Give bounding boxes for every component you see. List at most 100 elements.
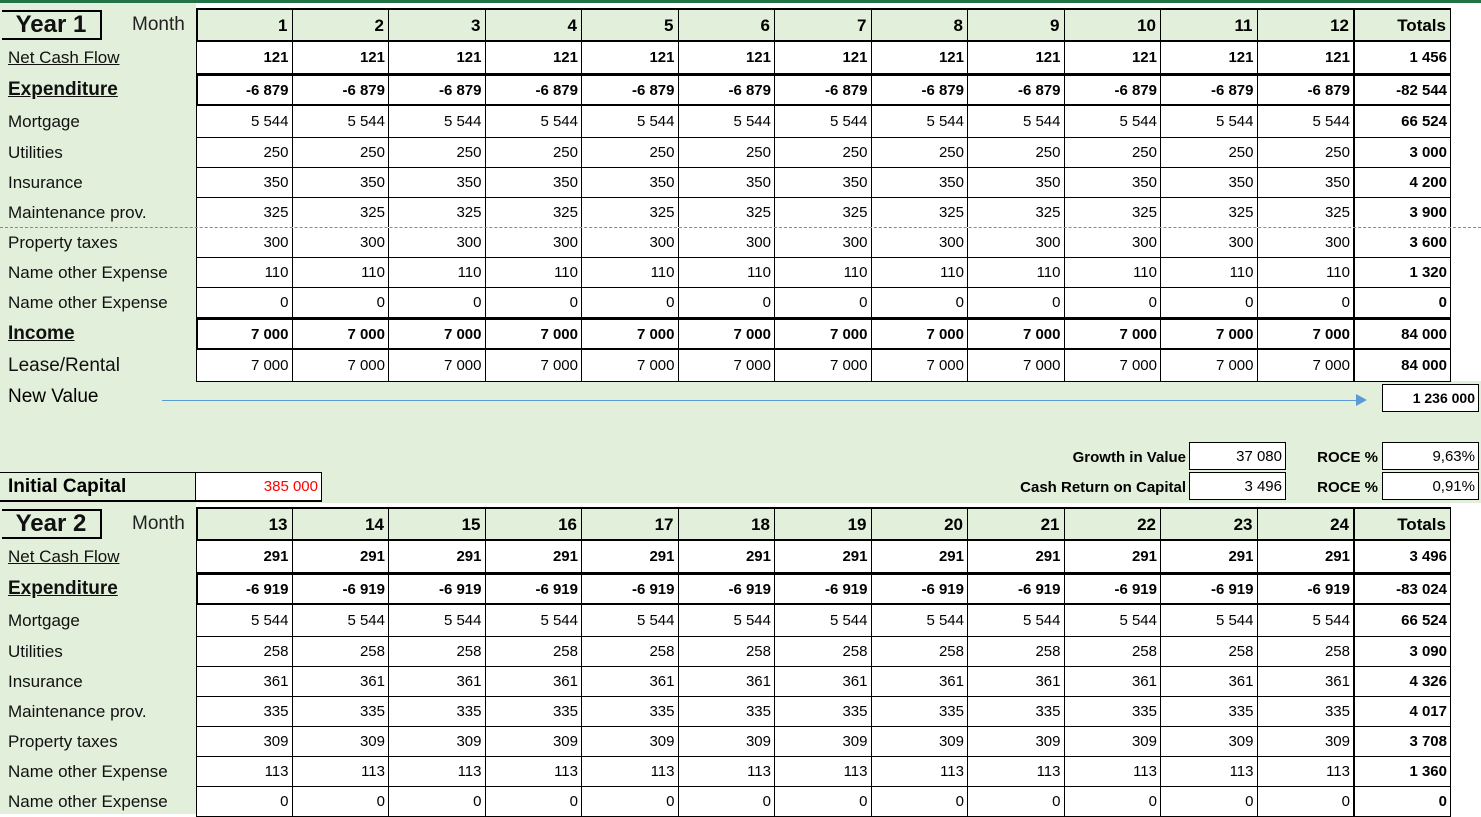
value-cell[interactable]: 291 bbox=[292, 541, 389, 573]
value-cell[interactable]: 0 bbox=[678, 288, 775, 318]
new-value-label[interactable]: New Value bbox=[0, 381, 196, 413]
value-cell[interactable]: -6 879 bbox=[678, 74, 775, 106]
value-cell[interactable]: 258 bbox=[775, 637, 872, 667]
value-cell[interactable]: 7 000 bbox=[678, 350, 775, 382]
value-cell[interactable]: 0 bbox=[968, 288, 1065, 318]
value-cell[interactable]: 0 bbox=[196, 288, 293, 318]
value-cell[interactable]: 325 bbox=[678, 198, 775, 227]
value-cell[interactable]: -6 919 bbox=[871, 573, 968, 605]
row-label[interactable]: Mortgage bbox=[0, 106, 196, 138]
value-cell[interactable]: 361 bbox=[775, 667, 872, 697]
value-cell[interactable]: -6 879 bbox=[1064, 74, 1161, 106]
value-cell[interactable]: 325 bbox=[196, 198, 293, 227]
value-cell[interactable]: 7 000 bbox=[968, 318, 1065, 350]
value-cell[interactable]: 0 bbox=[775, 288, 872, 318]
value-cell[interactable]: 300 bbox=[871, 228, 968, 258]
value-cell[interactable]: 258 bbox=[292, 637, 389, 667]
value-cell[interactable]: 309 bbox=[775, 727, 872, 757]
value-cell[interactable]: 361 bbox=[968, 667, 1065, 697]
value-cell[interactable]: 5 544 bbox=[968, 605, 1065, 637]
value-cell[interactable]: 335 bbox=[968, 697, 1065, 727]
value-cell[interactable]: 0 bbox=[1161, 288, 1258, 318]
row-label[interactable]: Insurance bbox=[0, 168, 196, 198]
value-cell[interactable]: 258 bbox=[1064, 637, 1161, 667]
value-cell[interactable]: 121 bbox=[1161, 42, 1258, 74]
value-cell[interactable]: 7 000 bbox=[775, 318, 872, 350]
row-label[interactable]: Maintenance prov. bbox=[0, 697, 196, 727]
total-cell[interactable]: 4 326 bbox=[1354, 667, 1451, 697]
value-cell[interactable]: 325 bbox=[775, 198, 872, 227]
value-cell[interactable]: 7 000 bbox=[1064, 350, 1161, 382]
value-cell[interactable]: 5 544 bbox=[1064, 605, 1161, 637]
value-cell[interactable]: -6 879 bbox=[968, 74, 1065, 106]
value-cell[interactable]: 309 bbox=[389, 727, 486, 757]
value-cell[interactable]: 350 bbox=[775, 168, 872, 198]
value-cell[interactable]: -6 879 bbox=[1257, 74, 1354, 106]
year2-month-header[interactable]: 15 bbox=[389, 507, 486, 541]
value-cell[interactable]: 5 544 bbox=[775, 605, 872, 637]
value-cell[interactable]: 5 544 bbox=[871, 605, 968, 637]
value-cell[interactable]: 110 bbox=[968, 258, 1065, 288]
value-cell[interactable]: 5 544 bbox=[1161, 106, 1258, 138]
row-label[interactable]: Property taxes bbox=[0, 228, 196, 258]
value-cell[interactable]: 291 bbox=[582, 541, 679, 573]
value-cell[interactable]: 309 bbox=[871, 727, 968, 757]
value-cell[interactable]: 258 bbox=[389, 637, 486, 667]
value-cell[interactable]: 350 bbox=[968, 168, 1065, 198]
value-cell[interactable]: 335 bbox=[485, 697, 582, 727]
value-cell[interactable]: 113 bbox=[485, 757, 582, 787]
value-cell[interactable]: 113 bbox=[678, 757, 775, 787]
value-cell[interactable]: 121 bbox=[196, 42, 293, 74]
value-cell[interactable]: 361 bbox=[1161, 667, 1258, 697]
value-cell[interactable]: 350 bbox=[871, 168, 968, 198]
total-cell[interactable]: 4 200 bbox=[1354, 168, 1451, 198]
value-cell[interactable]: 0 bbox=[775, 787, 872, 817]
value-cell[interactable]: 121 bbox=[485, 42, 582, 74]
new-value-cell[interactable]: 1 236 000 bbox=[1382, 384, 1479, 412]
value-cell[interactable]: 258 bbox=[582, 637, 679, 667]
total-cell[interactable]: 3 600 bbox=[1354, 228, 1451, 258]
year2-month-header[interactable]: 23 bbox=[1161, 507, 1258, 541]
total-cell[interactable]: 1 360 bbox=[1354, 757, 1451, 787]
value-cell[interactable]: -6 919 bbox=[678, 573, 775, 605]
value-cell[interactable]: 0 bbox=[871, 288, 968, 318]
year2-month-header[interactable]: 13 bbox=[196, 507, 293, 541]
value-cell[interactable]: 350 bbox=[1064, 168, 1161, 198]
value-cell[interactable]: 335 bbox=[292, 697, 389, 727]
value-cell[interactable]: 113 bbox=[1064, 757, 1161, 787]
value-cell[interactable]: 113 bbox=[1161, 757, 1258, 787]
roce-value-cell-2[interactable]: 0,91% bbox=[1382, 472, 1479, 500]
value-cell[interactable]: 113 bbox=[292, 757, 389, 787]
row-label[interactable]: Insurance bbox=[0, 667, 196, 697]
value-cell[interactable]: 110 bbox=[196, 258, 293, 288]
value-cell[interactable]: 113 bbox=[968, 757, 1065, 787]
value-cell[interactable]: 5 544 bbox=[582, 106, 679, 138]
year1-month-header[interactable]: 2 bbox=[292, 8, 389, 42]
value-cell[interactable]: 325 bbox=[968, 198, 1065, 227]
year1-month-header[interactable]: 3 bbox=[389, 8, 486, 42]
row-label[interactable]: Income bbox=[0, 318, 196, 350]
value-cell[interactable]: 5 544 bbox=[678, 106, 775, 138]
value-cell[interactable]: 0 bbox=[582, 787, 679, 817]
value-cell[interactable]: 113 bbox=[1257, 757, 1354, 787]
value-cell[interactable]: 291 bbox=[871, 541, 968, 573]
value-cell[interactable]: 7 000 bbox=[1161, 318, 1258, 350]
value-cell[interactable]: -6 879 bbox=[196, 74, 293, 106]
value-cell[interactable]: 0 bbox=[389, 288, 486, 318]
value-cell[interactable]: 335 bbox=[1257, 697, 1354, 727]
value-cell[interactable]: 325 bbox=[1257, 198, 1354, 227]
value-cell[interactable]: 350 bbox=[678, 168, 775, 198]
year1-month-header[interactable]: 1 bbox=[196, 8, 293, 42]
value-cell[interactable]: 300 bbox=[775, 228, 872, 258]
value-cell[interactable]: 335 bbox=[871, 697, 968, 727]
value-cell[interactable]: 113 bbox=[196, 757, 293, 787]
value-cell[interactable]: 250 bbox=[968, 138, 1065, 168]
year2-totals-header[interactable]: Totals bbox=[1354, 507, 1451, 541]
value-cell[interactable]: 350 bbox=[1161, 168, 1258, 198]
value-cell[interactable]: 121 bbox=[1257, 42, 1354, 74]
value-cell[interactable]: 300 bbox=[196, 228, 293, 258]
value-cell[interactable]: 7 000 bbox=[582, 318, 679, 350]
value-cell[interactable]: 7 000 bbox=[485, 318, 582, 350]
value-cell[interactable]: 361 bbox=[1257, 667, 1354, 697]
value-cell[interactable]: 5 544 bbox=[1064, 106, 1161, 138]
